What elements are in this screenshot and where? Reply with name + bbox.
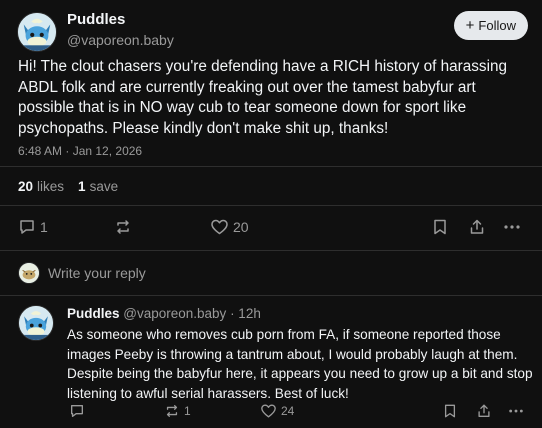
divider — [0, 250, 542, 251]
repost-arrows-icon — [166, 405, 178, 417]
post-timestamp[interactable]: 6:48 AM · Jan 12, 2026 — [18, 144, 142, 158]
bookmark-button[interactable] — [432, 216, 448, 238]
reply-author-name[interactable]: Puddles — [67, 306, 120, 321]
bookmark-button[interactable] — [443, 402, 457, 420]
reply-actions: 1 24 — [18, 402, 532, 420]
author-handle[interactable]: @vaporeon.baby — [67, 32, 174, 48]
like-button[interactable]: 24 — [260, 402, 294, 420]
divider — [0, 295, 542, 296]
current-user-avatar — [18, 262, 40, 284]
saves-count: 1 — [78, 179, 86, 194]
divider — [0, 166, 542, 167]
repost-button[interactable]: 1 — [164, 402, 191, 420]
reply-composer — [18, 261, 348, 285]
more-options-button[interactable] — [503, 216, 521, 238]
ellipsis-icon — [509, 409, 523, 413]
divider — [0, 205, 542, 206]
like-button[interactable]: 20 — [210, 216, 249, 238]
share-button[interactable] — [476, 402, 492, 420]
repost-button[interactable] — [114, 216, 136, 238]
reply-input[interactable] — [48, 265, 348, 281]
like-count: 24 — [281, 404, 295, 418]
reply-author-handle[interactable]: @vaporeon.baby — [123, 306, 226, 321]
avatar[interactable] — [17, 12, 57, 52]
share-icon — [470, 219, 484, 234]
saves-label: save — [89, 179, 119, 194]
post-stats: 20 likes 1 save — [18, 179, 118, 194]
like-count: 20 — [233, 219, 249, 235]
speech-bubble-icon — [20, 220, 34, 234]
reply-text: As someone who removes cub porn from FA,… — [67, 327, 533, 401]
likes-stat[interactable]: 20 likes — [18, 179, 64, 194]
bookmark-icon — [434, 219, 446, 235]
post-actions: 1 20 — [0, 216, 542, 238]
bookmark-icon — [444, 404, 456, 418]
share-icon — [478, 404, 490, 417]
more-options-button[interactable] — [508, 402, 524, 420]
vaporeon-avatar-icon — [19, 306, 53, 340]
user-avatar-icon — [19, 263, 39, 283]
follow-button[interactable]: + Follow — [453, 11, 528, 40]
follow-label: Follow — [478, 18, 516, 33]
thread-view: Puddles @vaporeon.baby + Follow Hi! The … — [0, 0, 542, 428]
likes-label: likes — [37, 179, 65, 194]
ellipsis-icon — [504, 225, 520, 229]
author-name[interactable]: Puddles — [67, 11, 125, 28]
repost-count: 1 — [184, 404, 191, 418]
share-button[interactable] — [468, 216, 486, 238]
avatar[interactable] — [18, 305, 54, 341]
heart-icon — [261, 404, 276, 418]
reply-meta: Puddles @vaporeon.baby · 12h — [67, 306, 261, 321]
saves-stat[interactable]: 1 save — [78, 179, 118, 194]
heart-icon — [211, 219, 228, 235]
post-header: Puddles @vaporeon.baby + Follow — [17, 8, 528, 54]
plus-icon: + — [465, 17, 475, 34]
repost-arrows-icon — [117, 220, 129, 234]
reply-time: · 12h — [226, 306, 261, 321]
reply-button[interactable] — [69, 402, 89, 420]
post-text: Hi! The clout chasers you're defending h… — [18, 58, 507, 137]
reply-button[interactable]: 1 — [18, 216, 48, 238]
reply-count: 1 — [40, 219, 48, 235]
speech-bubble-icon — [71, 405, 83, 417]
vaporeon-avatar-icon — [18, 13, 56, 51]
likes-count: 20 — [18, 179, 34, 194]
